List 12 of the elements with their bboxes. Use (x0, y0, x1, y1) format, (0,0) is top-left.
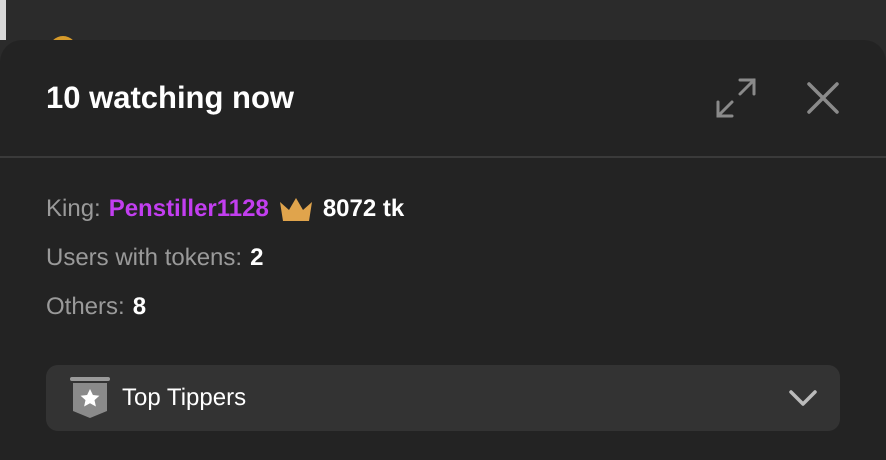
stat-value: 8 (132, 292, 146, 320)
close-button[interactable] (806, 81, 840, 115)
badge-icon (70, 377, 110, 419)
stat-label: Users with tokens: (46, 244, 242, 272)
panel-title: 10 watching now (46, 80, 296, 116)
stat-value: 2 (250, 244, 264, 272)
stat-label: King: (46, 194, 101, 222)
expand-button[interactable] (714, 76, 758, 120)
king-username[interactable]: Penstiller1128 (108, 194, 269, 222)
top-tippers-dropdown[interactable]: Top Tippers (46, 365, 840, 431)
stat-label: Others: (46, 292, 125, 320)
stat-value: 8072 tk (322, 194, 404, 222)
